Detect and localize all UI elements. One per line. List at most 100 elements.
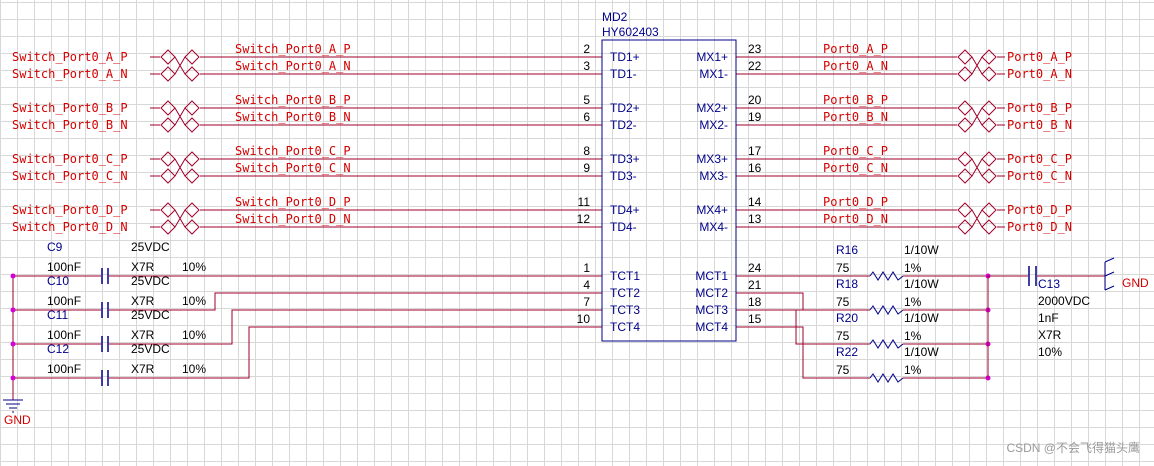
resistor-power: 1/10W xyxy=(904,277,939,291)
pin-name: MX3+ xyxy=(696,152,728,166)
port-symbol xyxy=(179,209,186,228)
net-label-port-p: Port0_D_P xyxy=(823,195,888,209)
port-symbol xyxy=(981,168,997,184)
resistor-tolerance: 1% xyxy=(904,261,922,275)
pin-number: 18 xyxy=(748,295,762,309)
pin-name: MX4- xyxy=(699,220,728,234)
net-label-port-n: Port0_C_N xyxy=(1007,169,1072,183)
capacitor-value: 100nF xyxy=(47,260,81,274)
resistor-tolerance: 1% xyxy=(904,329,922,343)
grid xyxy=(0,0,1154,466)
net-label-switch-p: Switch_Port0_A_P xyxy=(235,42,351,56)
pin-number: 5 xyxy=(583,93,590,107)
c13-voltage: 2000VDC xyxy=(1038,294,1090,308)
c13-value: 1nF xyxy=(1038,311,1059,325)
pin-number: 2 xyxy=(583,42,590,56)
resistor-power: 1/10W xyxy=(904,345,939,359)
pin-name: TD3+ xyxy=(610,152,640,166)
wire xyxy=(109,292,552,311)
capacitor-value: 100nF xyxy=(47,328,81,342)
net-label-port-n: Port0_D_N xyxy=(1007,220,1072,234)
port-symbol xyxy=(160,151,176,167)
resistor-value: 75 xyxy=(836,261,850,275)
pin-name: TCT2 xyxy=(610,286,640,300)
net-label-port-p: Port0_C_P xyxy=(1007,152,1072,166)
port-symbol xyxy=(981,49,997,65)
pin-number: 10 xyxy=(577,312,591,326)
c13-tolerance: 10% xyxy=(1038,345,1062,359)
capacitor-dielectric: X7R xyxy=(131,260,155,274)
net-label-port-n: Port0_B_N xyxy=(823,110,888,124)
resistor-tolerance: 1% xyxy=(904,295,922,309)
pin-number: 16 xyxy=(748,161,762,175)
pin-name: TD1- xyxy=(610,67,637,81)
net-label-port-p: Port0_A_P xyxy=(823,42,888,56)
pin-name: TCT1 xyxy=(610,269,640,283)
net-label-switch-n: Switch_Port0_A_N xyxy=(235,59,351,73)
capacitor-voltage: 25VDC xyxy=(131,240,170,254)
port-symbol xyxy=(160,219,176,235)
capacitor-dielectric: X7R xyxy=(131,362,155,376)
pin-name: MX1- xyxy=(699,67,728,81)
port-symbol xyxy=(160,117,176,133)
junction-dot xyxy=(10,375,16,381)
chip-part-number: HY602403 xyxy=(602,25,659,39)
port-symbol xyxy=(981,117,997,133)
port-symbol xyxy=(981,151,997,167)
net-label-switch-n: Switch_Port0_C_N xyxy=(12,169,128,183)
port-symbol xyxy=(976,158,983,177)
port-symbol xyxy=(976,56,983,75)
pin-number: 9 xyxy=(583,161,590,175)
pin-name: MX2+ xyxy=(696,101,728,115)
capacitor-ref: C10 xyxy=(47,274,69,288)
net-label-port-p: Port0_B_P xyxy=(823,93,888,107)
c13-ref: C13 xyxy=(1038,277,1060,291)
pin-name: MCT2 xyxy=(695,286,728,300)
port-symbol xyxy=(160,202,176,218)
pin-number: 19 xyxy=(748,110,762,124)
chassis-gnd-symbol xyxy=(1104,285,1115,291)
net-label-switch-p: Switch_Port0_D_P xyxy=(235,195,351,209)
pin-name: TD1+ xyxy=(610,50,640,64)
net-label-port-p: Port0_D_P xyxy=(1007,203,1072,217)
capacitor-ref: C9 xyxy=(47,240,63,254)
junction-dot xyxy=(10,341,16,347)
pin-name: MX3- xyxy=(699,169,728,183)
net-label-switch-p: Switch_Port0_A_P xyxy=(12,50,128,64)
watermark-text: CSDN @不会飞得猫头鹰 xyxy=(1006,440,1140,455)
capacitor-tolerance: 10% xyxy=(182,362,206,376)
resistor-value: 75 xyxy=(836,329,850,343)
pin-number: 22 xyxy=(748,59,762,73)
chip-designator: MD2 xyxy=(602,10,628,24)
capacitor-value: 100nF xyxy=(47,362,81,376)
port-symbol xyxy=(160,100,176,116)
capacitor-voltage: 25VDC xyxy=(131,308,170,322)
port-symbol xyxy=(971,107,978,126)
pin-name: MCT3 xyxy=(695,303,728,317)
port-symbol xyxy=(971,209,978,228)
resistor-tolerance: 1% xyxy=(904,363,922,377)
port-symbol xyxy=(976,209,983,228)
port-symbol xyxy=(174,158,181,177)
pin-name: TCT3 xyxy=(610,303,640,317)
pin-number: 8 xyxy=(583,144,590,158)
pin-name: TD2+ xyxy=(610,101,640,115)
resistor-body xyxy=(869,373,904,383)
port-symbol xyxy=(160,66,176,82)
resistor-power: 1/10W xyxy=(904,243,939,257)
net-label-switch-n: Switch_Port0_B_N xyxy=(235,110,351,124)
net-label-port-n: Port0_D_N xyxy=(823,212,888,226)
net-label-switch-n: Switch_Port0_A_N xyxy=(12,67,128,81)
pin-number: 6 xyxy=(583,110,590,124)
gnd-label-left: GND xyxy=(4,413,31,427)
capacitor-tolerance: 10% xyxy=(182,294,206,308)
schematic-canvas: MD2HY602403 2 TD1+ 3 TD1- 5 TD2+ 6 TD2- 8 TD3+ 9 TD3… xyxy=(0,0,1154,466)
net-label-switch-n: Switch_Port0_B_N xyxy=(12,118,128,132)
junction-dot xyxy=(10,307,16,313)
c13-dielectric: X7R xyxy=(1038,328,1062,342)
resistor-value: 75 xyxy=(836,363,850,377)
resistor-value: 75 xyxy=(836,295,850,309)
net-label-port-n: Port0_A_N xyxy=(823,59,888,73)
pin-number: 14 xyxy=(748,195,762,209)
capacitor-tolerance: 10% xyxy=(182,260,206,274)
